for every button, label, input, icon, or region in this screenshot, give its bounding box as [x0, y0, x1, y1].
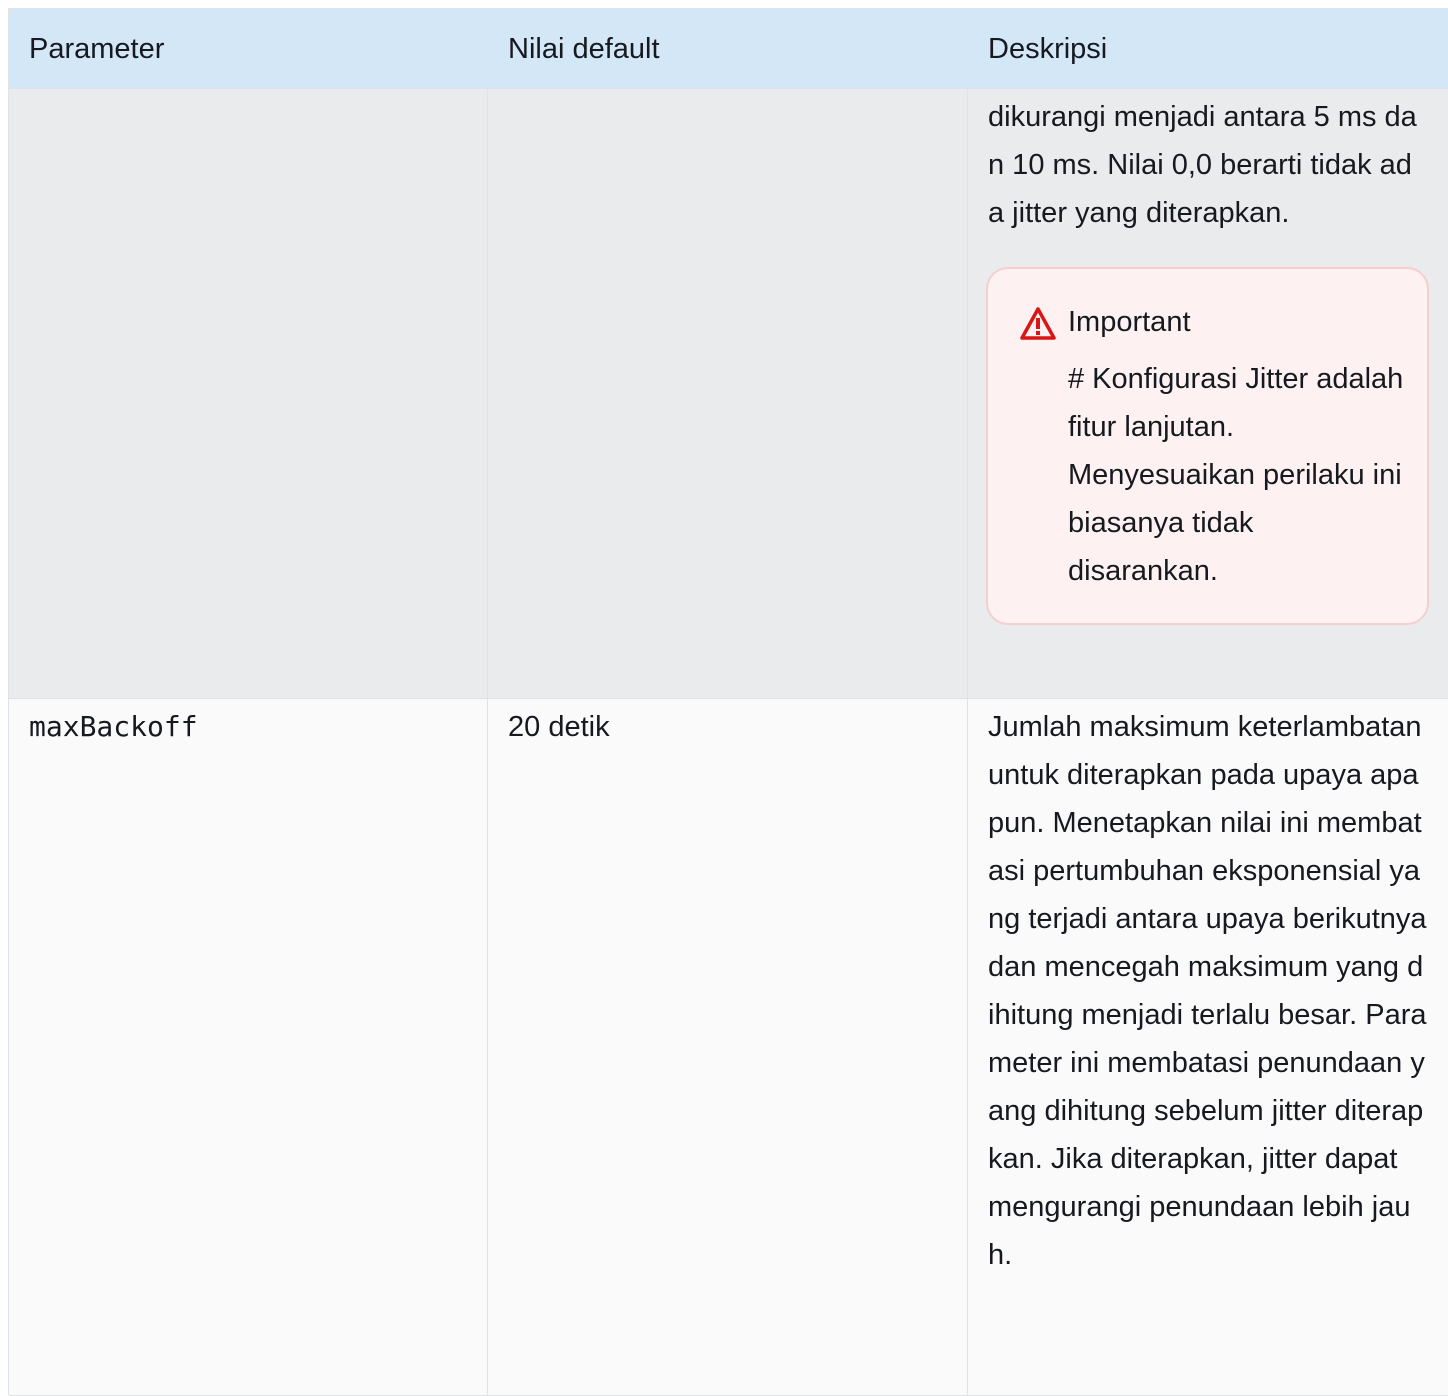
row1-parameter: [9, 89, 488, 699]
row2-description-text: Jumlah maksimum keterlambatan untuk dite…: [988, 711, 1427, 1271]
warning-icon: [1020, 307, 1056, 340]
header-description-label: Deskripsi: [988, 32, 1108, 65]
header-default-label: Nilai default: [508, 32, 660, 65]
callout-text: # Konfigurasi Jitter adalah fitur lanjut…: [1068, 363, 1404, 587]
header-parameter-label: Parameter: [29, 32, 165, 65]
callout-title: Important: [1068, 306, 1191, 338]
row2-default: 20 detik: [488, 699, 968, 1396]
row1-description-text: dikurangi menjadi antara 5 ms dan 10 ms.…: [988, 101, 1417, 229]
header-description: Deskripsi: [968, 9, 1448, 89]
parameter-table: Parameter Nilai default Deskripsi dikura…: [8, 8, 1448, 1396]
row2-parameter: maxBackoff: [9, 699, 488, 1396]
row2-default-value: 20 detik: [508, 711, 610, 743]
row1-description: dikurangi menjadi antara 5 ms dan 10 ms.…: [968, 89, 1448, 699]
header-parameter: Parameter: [9, 9, 488, 89]
row1-default: [488, 89, 968, 699]
header-default: Nilai default: [488, 9, 968, 89]
important-callout: Important # Konfigurasi Jitter adalah fi…: [986, 267, 1429, 625]
row2-parameter-value: maxBackoff: [29, 710, 198, 743]
row2-description: Jumlah maksimum keterlambatan untuk dite…: [968, 699, 1448, 1396]
